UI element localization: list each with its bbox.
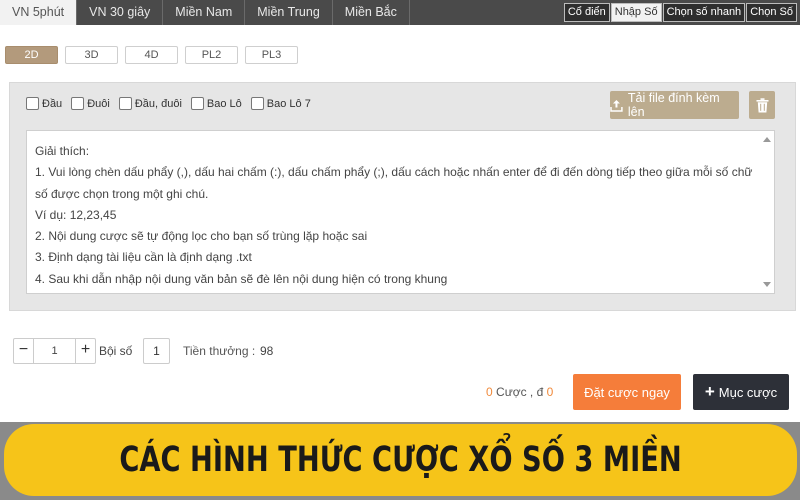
multiplier-input[interactable]: 1 [143,338,170,364]
checkbox-box[interactable] [118,97,132,110]
instruction-line-4: 4. Sau khi dẫn nhập nội dung văn bản sẽ … [35,271,448,286]
checkbox-label: Đầu, đuôi [134,97,182,110]
decrement-button[interactable]: − [14,339,34,363]
currency-symbol: đ [536,385,544,399]
bet-summary: 0 Cược , đ 0 [486,385,553,399]
game-type-pl2[interactable]: PL2 [185,46,238,64]
checkbox-bao-lo-7[interactable]: Bao Lô 7 [250,97,311,110]
prize-value: 98 [260,344,274,358]
bet-input-panel: Đầu Đuôi Đầu, đuôi Bao Lô Bao Lô 7 Tải f… [9,82,796,311]
multiplier-label: Bội số [99,344,133,358]
trash-icon [756,97,768,112]
add-bet-button[interactable]: + Mục cược [693,374,789,410]
game-type-4d[interactable]: 4D [125,46,178,64]
place-bet-label: Đặt cược ngay [584,384,670,400]
add-bet-label: Mục cược [718,384,778,400]
mode-tab-chon-so-nhanh[interactable]: Chọn số nhanh [662,3,746,22]
checkbox-duoi[interactable]: Đuôi [71,97,110,110]
promo-banner: CÁC HÌNH THỨC CƯỢC XỔ SỐ 3 MIỀN [4,424,797,496]
upload-file-button[interactable]: Tải file đính kèm lên [610,91,739,119]
scroll-down-arrow-icon[interactable] [763,282,771,287]
mode-tab-co-dien[interactable]: Cổ điển [563,3,610,22]
mode-tab-nhap-so[interactable]: Nhập Số [610,3,662,22]
checkbox-box[interactable] [26,97,39,110]
place-bet-button[interactable]: Đặt cược ngay [573,374,681,410]
upload-file-label: Tải file đính kèm lên [627,91,720,119]
bet-count-label: Cược , [496,385,534,399]
instruction-example: Ví dụ: 12,23,45 [35,207,117,222]
bet-amount: 0 [546,385,554,399]
checkbox-box[interactable] [250,97,264,110]
game-type-3d[interactable]: 3D [65,46,118,64]
checkbox-bao-lo[interactable]: Bao Lô [190,97,242,110]
scroll-up-arrow-icon[interactable] [763,137,771,142]
game-type-tabs: 2D 3D 4D PL2 PL3 [5,46,305,64]
checkbox-label: Bao Lô 7 [266,97,311,110]
upload-icon [610,99,623,112]
clear-button[interactable] [749,91,775,119]
instruction-line-1: 1. Vui lòng chèn dấu phẩy (,), dấu hai c… [35,165,753,201]
checkbox-dau-duoi[interactable]: Đầu, đuôi [118,97,182,110]
checkbox-label: Đuôi [87,97,110,110]
checkbox-box[interactable] [190,97,204,110]
banner-title: CÁC HÌNH THỨC CƯỢC XỔ SỐ 3 MIỀN [119,440,682,480]
tab-mien-bac[interactable]: Miền Bắc [333,0,410,25]
prize-label: Tiền thưởng : [183,344,256,358]
position-checkboxes: Đầu Đuôi Đầu, đuôi Bao Lô Bao Lô 7 [26,97,320,110]
instruction-line-2: 2. Nội dung cược sẽ tự động lọc cho bạn … [35,229,368,244]
quantity-stepper: − 1 + [13,338,96,364]
bet-count: 0 [486,385,493,399]
checkbox-dau[interactable]: Đầu [26,97,62,110]
game-type-2d[interactable]: 2D [5,46,58,64]
instruction-line-3: 3. Định dạng tài liệu cần là định dạng .… [35,250,252,265]
checkbox-box[interactable] [71,97,85,110]
bet-numbers-textarea[interactable]: Giải thích: 1. Vui lòng chèn dấu phẩy (,… [26,130,775,294]
quantity-value[interactable]: 1 [34,339,75,363]
region-tabs: VN 5phút VN 30 giây Miền Nam Miền Trung … [0,0,410,25]
tab-mien-trung[interactable]: Miền Trung [245,0,333,25]
tab-mien-nam[interactable]: Miền Nam [163,0,246,25]
checkbox-label: Đầu [42,97,63,110]
tab-vn-30-giay[interactable]: VN 30 giây [77,0,164,25]
plus-icon: + [704,382,715,401]
mode-tab-chon-so[interactable]: Chọn Số [746,3,797,22]
checkbox-label: Bao Lô [206,97,242,110]
instruction-heading: Giải thích: [35,144,90,158]
tab-vn-5phut[interactable]: VN 5phút [0,0,78,25]
top-nav: VN 5phút VN 30 giây Miền Nam Miền Trung … [0,0,800,25]
mode-tabs: Cổ điển Nhập Số Chọn số nhanh Chọn Số [563,3,797,22]
increment-button[interactable]: + [75,339,95,363]
game-type-pl3[interactable]: PL3 [245,46,298,64]
